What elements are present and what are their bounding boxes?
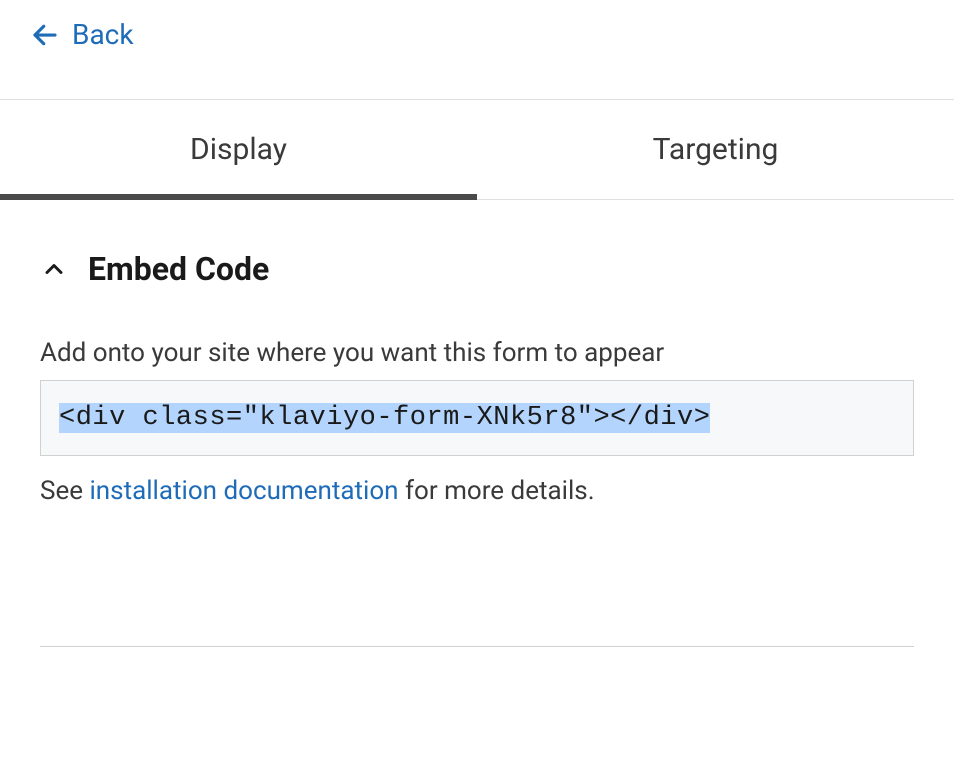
divider (40, 646, 914, 647)
tab-display-label: Display (190, 132, 287, 167)
back-label: Back (72, 18, 134, 51)
tab-display[interactable]: Display (0, 100, 477, 199)
embed-code-box[interactable]: <div class="klaviyo-form-XNk5r8"></div> (40, 380, 914, 456)
section-title: Embed Code (88, 250, 269, 288)
tab-targeting[interactable]: Targeting (477, 100, 954, 199)
embed-code-text: <div class="klaviyo-form-XNk5r8"></div> (59, 403, 710, 433)
help-text: See installation documentation for more … (40, 476, 914, 506)
section-header[interactable]: Embed Code (40, 250, 914, 288)
embed-code-section: Embed Code Add onto your site where you … (0, 200, 954, 647)
chevron-up-icon (40, 255, 68, 283)
help-suffix: for more details. (399, 476, 595, 506)
embed-instruction: Add onto your site where you want this f… (40, 338, 914, 368)
arrow-left-icon (30, 20, 60, 50)
tabs: Display Targeting (0, 99, 954, 200)
tab-targeting-label: Targeting (653, 132, 779, 167)
installation-docs-link[interactable]: installation documentation (89, 476, 398, 506)
back-link[interactable]: Back (0, 0, 954, 69)
help-prefix: See (40, 476, 89, 506)
